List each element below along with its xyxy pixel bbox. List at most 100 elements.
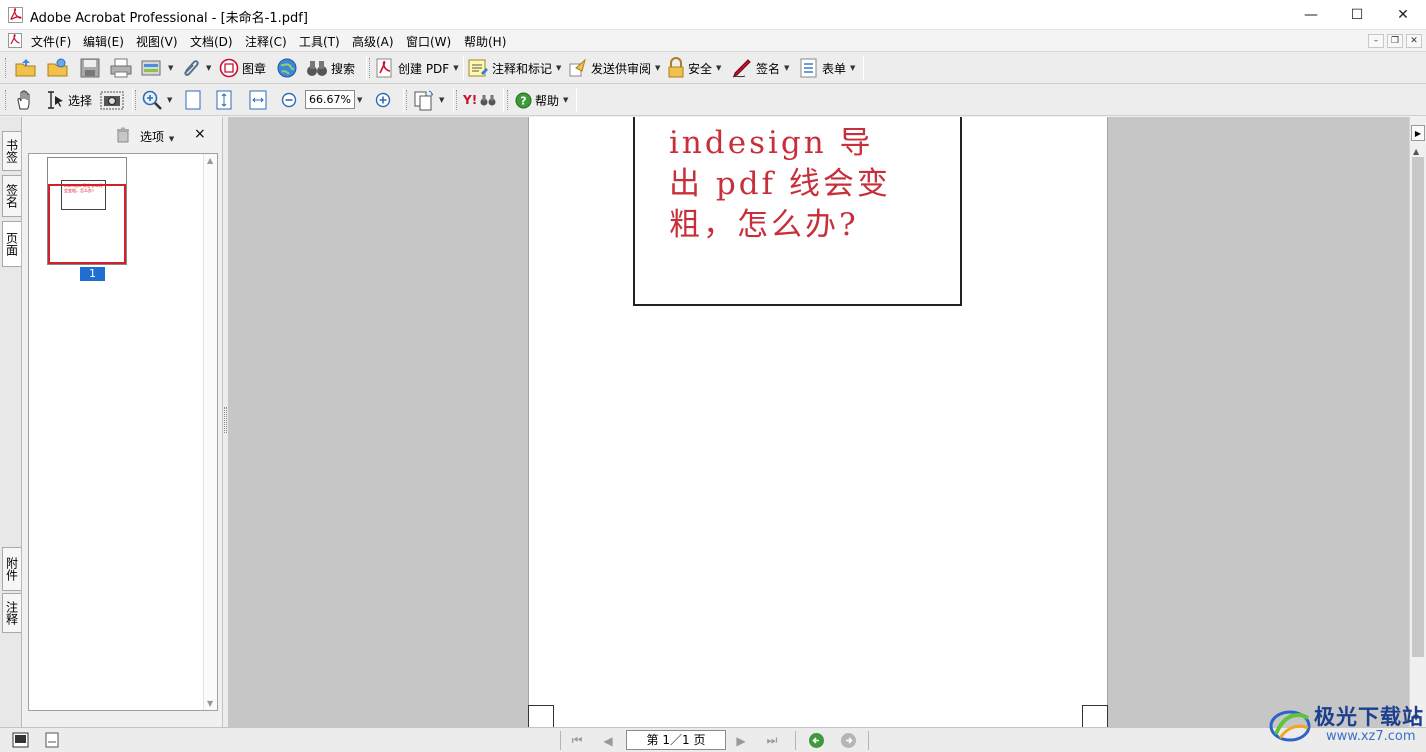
menu-window[interactable]: 窗口(W) xyxy=(406,33,451,50)
scroll-up-icon[interactable]: ▲ xyxy=(1413,147,1419,156)
go-back-icon[interactable] xyxy=(808,732,825,749)
menu-document[interactable]: 文档(D) xyxy=(190,33,233,50)
thumbnail-list[interactable]: indesign 导出 pdf线会变粗，怎么办? 1 ▲ ▼ xyxy=(28,153,218,711)
doc-close-button[interactable]: ✕ xyxy=(1406,34,1422,48)
doc-minimize-button[interactable]: – xyxy=(1368,34,1384,48)
document-view[interactable]: indesign 导 出 pdf 线会变 粗，怎么办? xyxy=(228,117,1409,727)
yahoo-toolbar-button[interactable]: Y! xyxy=(463,88,496,112)
menu-advanced[interactable]: 高级(A) xyxy=(352,33,394,50)
comment-markup-label: 注释和标记 xyxy=(492,61,553,76)
menu-tools[interactable]: 工具(T) xyxy=(299,33,340,50)
toolbar-grip[interactable] xyxy=(135,90,138,110)
actual-size-button[interactable] xyxy=(184,88,202,112)
security-button[interactable]: 安全 ▼ xyxy=(667,56,721,80)
toolbar-grip[interactable] xyxy=(5,58,8,78)
scroll-down-icon[interactable]: ▼ xyxy=(207,699,213,708)
expand-pane-icon[interactable]: ▶ xyxy=(1411,125,1425,141)
hand-tool-button[interactable] xyxy=(14,88,36,112)
page-corner-mark xyxy=(528,705,554,727)
organizer-button[interactable] xyxy=(46,56,70,80)
tab-attachments[interactable]: 附件 xyxy=(2,547,21,591)
menu-help[interactable]: 帮助(H) xyxy=(464,33,506,50)
status-separator xyxy=(560,731,561,750)
status-bar: ⏮ ◀ 第 1／1 页 ▶ ⏭ xyxy=(0,727,1426,752)
sign-button[interactable]: 签名 ▼ xyxy=(731,56,789,80)
zoom-level-input[interactable]: 66.67% xyxy=(305,90,355,109)
document-icon[interactable] xyxy=(8,33,22,48)
tab-pages[interactable]: 页面 xyxy=(2,221,21,267)
toolbar-grip[interactable] xyxy=(5,90,8,110)
comment-markup-button[interactable]: 注释和标记 ▼ xyxy=(467,56,561,80)
thumbnail-scrollbar[interactable]: ▲ ▼ xyxy=(203,154,217,710)
tab-signatures[interactable]: 签名 xyxy=(2,175,21,217)
chevron-down-icon: ▼ xyxy=(655,64,661,72)
print-button[interactable] xyxy=(109,56,133,80)
toolbar-grip[interactable] xyxy=(456,90,459,110)
zoom-in-icon xyxy=(375,92,391,108)
fit-page-button[interactable] xyxy=(215,88,233,112)
help-button[interactable]: ? 帮助 ▼ xyxy=(515,88,568,112)
scroll-up-icon[interactable]: ▲ xyxy=(207,156,213,165)
zoom-dropdown-button[interactable]: ▼ xyxy=(356,88,362,112)
minimize-button[interactable]: — xyxy=(1288,0,1334,30)
menu-edit[interactable]: 编辑(E) xyxy=(83,33,124,50)
create-pdf-label: 创建 PDF xyxy=(398,61,450,76)
previous-page-button[interactable]: ◀ xyxy=(598,732,618,749)
continuous-view-icon[interactable] xyxy=(44,732,60,748)
send-review-button[interactable]: 发送供审阅 ▼ xyxy=(568,56,660,80)
send-review-icon xyxy=(569,58,586,77)
page-number-field[interactable]: 第 1／1 页 xyxy=(626,730,726,750)
options-menu[interactable]: 选项 ▼ xyxy=(140,128,174,145)
chevron-down-icon: ▼ xyxy=(453,64,459,72)
page-view-box[interactable] xyxy=(48,184,126,264)
document-scrollbar[interactable]: ▶ ▲ ▼ xyxy=(1409,117,1426,727)
web-search-button[interactable] xyxy=(276,56,298,80)
save-button[interactable] xyxy=(79,56,101,80)
toolbar-separator xyxy=(132,88,133,112)
printer-icon xyxy=(110,58,132,78)
menu-comments[interactable]: 注释(C) xyxy=(245,33,287,50)
menu-file[interactable]: 文件(F) xyxy=(31,33,71,50)
next-page-button[interactable]: ▶ xyxy=(731,732,751,749)
email-button[interactable]: ▼ xyxy=(140,56,173,80)
search-button[interactable]: 搜索 xyxy=(306,56,355,80)
document-text-line: 粗，怎么办? xyxy=(669,207,859,243)
tab-bookmarks[interactable]: 书签 xyxy=(2,131,21,171)
email-stack-icon xyxy=(141,60,161,76)
toolbar-grip[interactable] xyxy=(406,90,409,110)
paperclip-icon xyxy=(184,60,199,76)
chevron-down-icon: ▼ xyxy=(784,64,790,72)
last-page-button[interactable]: ⏭ xyxy=(762,732,782,749)
attach-button[interactable]: ▼ xyxy=(180,56,211,80)
zoom-out-button[interactable] xyxy=(281,88,297,112)
options-label: 选项 xyxy=(140,130,165,144)
toolbar-separator xyxy=(453,88,454,112)
scrollbar-thumb[interactable] xyxy=(1412,157,1424,657)
toolbar-grip[interactable] xyxy=(507,90,510,110)
zoom-in-button[interactable] xyxy=(375,88,391,112)
maximize-button[interactable]: ☐ xyxy=(1334,0,1380,30)
zoom-tool-button[interactable]: ▼ xyxy=(141,88,172,112)
pdf-page[interactable]: indesign 导 出 pdf 线会变 粗，怎么办? xyxy=(528,117,1108,727)
rotate-view-button[interactable]: ▼ xyxy=(413,88,444,112)
toolbar-separator xyxy=(863,56,864,80)
first-page-button[interactable]: ⏮ xyxy=(567,732,587,749)
go-forward-icon[interactable] xyxy=(840,732,857,749)
toolbar-grip[interactable] xyxy=(369,58,372,78)
close-panel-button[interactable]: × xyxy=(194,126,206,142)
forms-button[interactable]: 表单 ▼ xyxy=(799,56,855,80)
doc-restore-button[interactable]: ❐ xyxy=(1387,34,1403,48)
menu-view[interactable]: 视图(V) xyxy=(136,33,178,50)
create-pdf-button[interactable]: 创建 PDF ▼ xyxy=(375,56,459,80)
page-thumbnail[interactable]: indesign 导出 pdf线会变粗，怎么办? xyxy=(47,157,127,265)
fit-width-button[interactable] xyxy=(248,88,268,112)
snapshot-button[interactable] xyxy=(100,88,124,112)
open-button[interactable] xyxy=(14,56,38,80)
single-page-view-icon[interactable] xyxy=(12,732,29,748)
tab-comments[interactable]: 注释 xyxy=(2,593,21,633)
select-tool-button[interactable]: 选择 xyxy=(45,88,92,112)
trash-icon[interactable] xyxy=(116,127,130,143)
document-text[interactable]: indesign 导 出 pdf 线会变 粗，怎么办? xyxy=(669,123,909,246)
stamp-button[interactable]: 图章 xyxy=(219,56,266,80)
close-button[interactable]: ✕ xyxy=(1380,0,1426,30)
